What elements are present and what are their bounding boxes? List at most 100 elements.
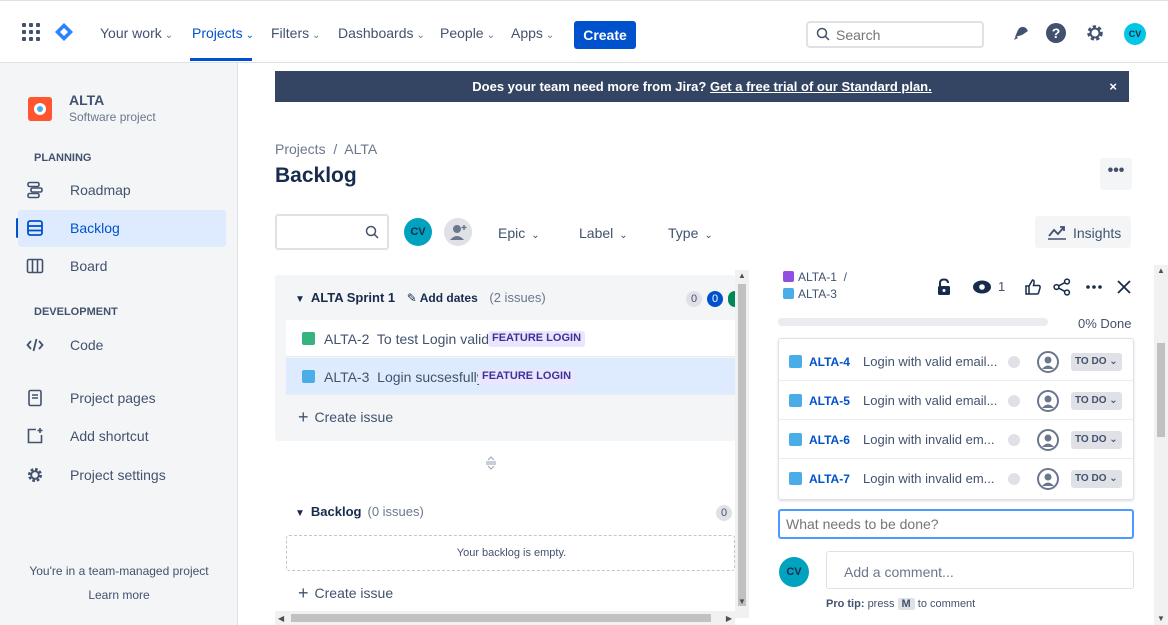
status-dropdown[interactable]: TO DO ⌄ [1071, 392, 1122, 410]
app-switcher-icon[interactable] [22, 23, 40, 41]
gear-icon [28, 468, 42, 482]
notifications-icon[interactable] [1010, 22, 1032, 44]
child-issue-row[interactable]: ALTA-6 Login with invalid em... TO DO ⌄ [779, 420, 1133, 459]
project-name[interactable]: ALTA [69, 92, 104, 108]
sidebar-item-label: Project pages [70, 390, 156, 406]
backlog-search-input[interactable] [275, 214, 389, 250]
backlog-horizontal-scrollbar[interactable]: ◀ ▶ [275, 611, 735, 625]
sprint-header[interactable]: ▼ ALTA Sprint 1 ✎ Add dates (2 issues) [295, 290, 546, 305]
assignee-filter-avatar[interactable]: CV [404, 218, 432, 246]
story-icon [302, 332, 315, 345]
backlog-vertical-scrollbar[interactable]: ▲ ▼ [735, 270, 749, 618]
sidebar-item-project-pages[interactable]: Project pages [18, 380, 226, 417]
task-checkbox-icon [783, 288, 794, 299]
epic-label[interactable]: FEATURE LOGIN [488, 331, 586, 347]
breadcrumb[interactable]: Projects / ALTA [275, 141, 377, 157]
learn-more-link[interactable]: Learn more [0, 588, 238, 602]
task-icon [789, 355, 802, 368]
child-issue-row[interactable]: ALTA-5 Login with valid email... TO DO ⌄ [779, 381, 1133, 420]
sidebar-item-label: Add shortcut [70, 428, 149, 444]
add-comment-input[interactable]: Add a comment... [826, 551, 1134, 589]
detail-vertical-scrollbar[interactable]: ▲ ▼ [1154, 265, 1168, 625]
child-issue-key[interactable]: ALTA-6 [809, 433, 850, 447]
child-issue-key[interactable]: ALTA-5 [809, 394, 850, 408]
more-options-icon[interactable] [1084, 277, 1104, 297]
task-checkbox-icon [302, 370, 315, 383]
nav-dashboards[interactable]: Dashboards ⌄ [338, 25, 425, 41]
insights-button[interactable]: Insights [1035, 216, 1131, 248]
child-issue-row[interactable]: ALTA-4 Login with valid email... TO DO ⌄ [779, 342, 1133, 381]
unassigned-avatar-icon[interactable] [1037, 390, 1059, 412]
svg-text:?: ? [1052, 25, 1061, 41]
page-title: Backlog [275, 164, 357, 187]
sidebar-item-code[interactable]: Code [18, 327, 226, 364]
add-dates-button[interactable]: ✎ Add dates [407, 291, 478, 305]
add-people-icon[interactable] [444, 218, 472, 246]
issue-row-alta-2[interactable]: ALTA-2 To test Login valid FEATURE LOGIN [286, 320, 735, 357]
status-dropdown[interactable]: TO DO ⌄ [1071, 470, 1122, 488]
backlog-header[interactable]: ▼ Backlog (0 issues) [295, 504, 424, 519]
current-issue-link[interactable]: ALTA-3 [783, 287, 837, 301]
nav-filters[interactable]: Filters ⌄ [271, 25, 321, 41]
child-issue-row[interactable]: ALTA-7 Login with invalid em... TO DO ⌄ [779, 459, 1133, 498]
help-icon[interactable]: ? [1045, 22, 1067, 44]
chevron-down-icon[interactable]: ▼ [295, 508, 305, 519]
child-issue-summary[interactable]: Login with invalid em... [863, 471, 995, 486]
issue-row-alta-3[interactable]: ALTA-3 Login sucsesfully FEATURE LOGIN [286, 358, 735, 395]
comment-user-avatar: CV [779, 557, 809, 587]
priority-icon [1008, 434, 1020, 446]
page-icon [28, 389, 42, 407]
share-icon[interactable] [1052, 277, 1072, 297]
epic-filter-dropdown[interactable]: Epic ⌄ [498, 225, 540, 241]
sidebar-item-backlog[interactable]: Backlog [18, 210, 226, 247]
resize-handle-icon[interactable] [484, 456, 498, 470]
roadmap-icon [27, 181, 43, 199]
banner-close-icon[interactable]: × [1109, 79, 1117, 94]
new-child-issue-input[interactable] [778, 509, 1134, 539]
create-button[interactable]: Create [574, 21, 636, 49]
unassigned-avatar-icon[interactable] [1037, 429, 1059, 451]
status-dropdown[interactable]: TO DO ⌄ [1071, 353, 1122, 371]
child-issue-summary[interactable]: Login with valid email... [863, 354, 997, 369]
watch-eye-icon[interactable] [972, 277, 992, 297]
sidebar-item-roadmap[interactable]: Roadmap [18, 172, 226, 209]
unassigned-avatar-icon[interactable] [1037, 468, 1059, 490]
lock-icon[interactable] [934, 277, 954, 297]
settings-gear-icon[interactable] [1084, 22, 1106, 44]
nav-your-work[interactable]: Your work ⌄ [100, 25, 173, 41]
child-issue-summary[interactable]: Login with invalid em... [863, 432, 995, 447]
project-avatar-icon[interactable] [28, 97, 52, 121]
sidebar-item-board[interactable]: Board [18, 248, 226, 285]
user-avatar[interactable]: CV [1124, 23, 1146, 45]
unassigned-avatar-icon[interactable] [1037, 351, 1059, 373]
sidebar-item-project-settings[interactable]: Project settings [18, 457, 226, 494]
search-box[interactable] [806, 21, 984, 48]
sidebar-item-add-shortcut[interactable]: Add shortcut [18, 418, 226, 455]
free-trial-link[interactable]: Get a free trial of our Standard plan. [710, 79, 932, 94]
type-filter-dropdown[interactable]: Type ⌄ [668, 225, 713, 241]
child-issue-key[interactable]: ALTA-7 [809, 472, 850, 486]
nav-projects[interactable]: Projects ⌄ [192, 25, 254, 41]
child-issue-key[interactable]: ALTA-4 [809, 355, 850, 369]
jira-logo-icon[interactable] [54, 22, 74, 42]
epic-label[interactable]: FEATURE LOGIN [478, 369, 576, 385]
more-actions-button[interactable]: ••• [1100, 158, 1132, 190]
parent-issue-link[interactable]: ALTA-1 / [783, 270, 847, 284]
search-input[interactable] [836, 25, 976, 44]
thumbs-up-icon[interactable] [1023, 277, 1043, 297]
backlog-create-issue-button[interactable]: + Create issue [298, 583, 393, 604]
chevron-down-icon[interactable]: ▼ [295, 294, 305, 305]
sprint-inprogress-count: 0 [707, 291, 723, 307]
child-issue-summary[interactable]: Login with valid email... [863, 393, 997, 408]
sprint-create-issue-button[interactable]: + Create issue [298, 407, 393, 428]
nav-people[interactable]: People ⌄ [440, 25, 495, 41]
nav-apps[interactable]: Apps ⌄ [511, 25, 554, 41]
epic-icon [783, 271, 794, 282]
label-filter-dropdown[interactable]: Label ⌄ [579, 225, 628, 241]
nav-active-indicator [190, 58, 252, 61]
sprint-todo-count: 0 [686, 291, 702, 307]
task-icon [789, 394, 802, 407]
close-icon[interactable] [1114, 277, 1134, 297]
team-managed-note: You're in a team-managed project [29, 564, 209, 578]
status-dropdown[interactable]: TO DO ⌄ [1071, 431, 1122, 449]
